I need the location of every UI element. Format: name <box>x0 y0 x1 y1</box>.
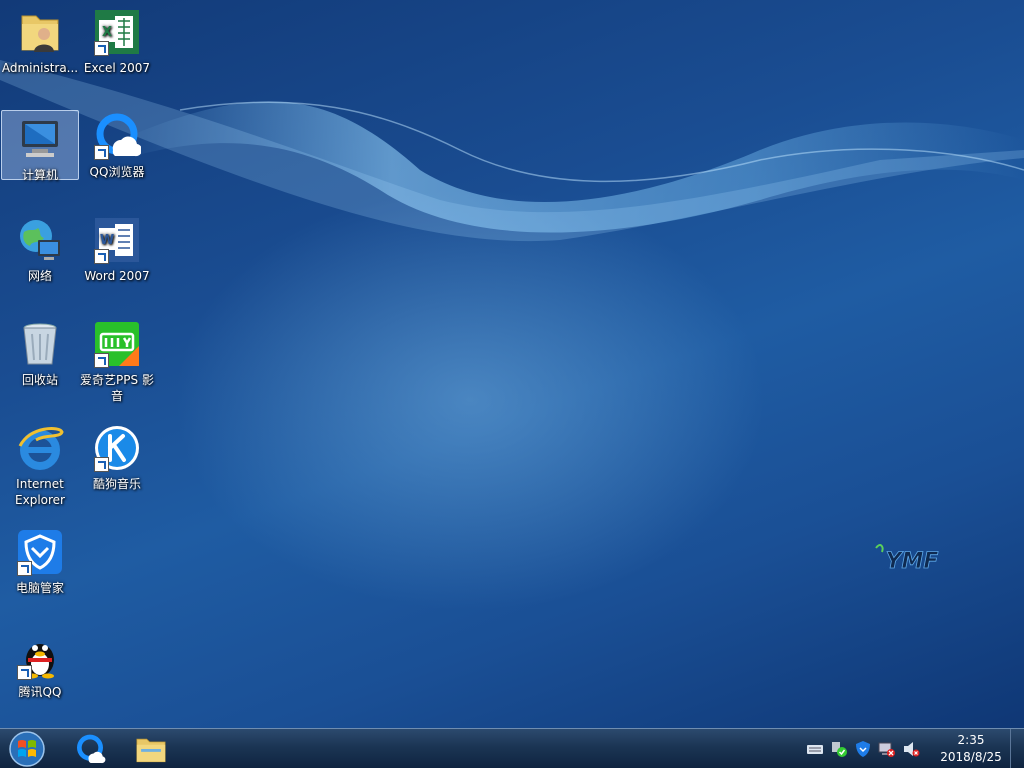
icon-label: 网络 <box>27 269 52 283</box>
network-x-icon[interactable] <box>878 740 896 758</box>
excel-icon: X <box>93 8 141 58</box>
taskbar-app-file-explorer[interactable] <box>125 731 177 767</box>
network-globe-icon <box>16 216 64 266</box>
shortcut-arrow-icon <box>94 457 109 472</box>
desktop-icon-administrator[interactable]: Administra... <box>1 4 79 76</box>
clock-time: 2:35 <box>957 733 985 747</box>
pc-manager-shield-icon <box>16 528 64 578</box>
desktop[interactable]: Administra... 计算机 网络 回收站 Internet Explor… <box>0 0 1024 728</box>
desktop-icon-internet-explorer[interactable]: Internet Explorer <box>1 420 79 508</box>
shortcut-arrow-icon <box>17 561 32 576</box>
desktop-icon-tencent-qq[interactable]: 腾讯QQ <box>1 628 79 700</box>
shield-icon[interactable] <box>854 740 872 758</box>
icon-label: 酷狗音乐 <box>92 477 141 491</box>
start-button[interactable] <box>6 730 48 768</box>
icon-label: Excel 2007 <box>83 61 151 75</box>
show-desktop-button[interactable] <box>1010 729 1024 768</box>
icon-label-line1: Internet <box>16 477 64 491</box>
desktop-icon-pc-manager[interactable]: 电脑管家 <box>1 524 79 596</box>
user-folder-icon <box>16 8 64 58</box>
security-check-icon[interactable] <box>830 740 848 758</box>
recycle-bin-icon <box>16 320 64 370</box>
icon-label: Administra... <box>1 61 79 75</box>
shortcut-arrow-icon <box>17 665 32 680</box>
icon-label: QQ浏览器 <box>89 165 145 179</box>
shortcut-arrow-icon <box>94 353 109 368</box>
taskbar-clock[interactable]: 2:35 2018/8/25 <box>932 732 1010 766</box>
kugou-music-icon <box>93 424 141 474</box>
taskbar-app-qq-browser[interactable] <box>64 731 116 767</box>
icon-label-line2: Explorer <box>15 493 65 507</box>
shortcut-arrow-icon <box>94 41 109 56</box>
shortcut-arrow-icon <box>94 145 109 160</box>
internet-explorer-icon <box>16 424 64 474</box>
desktop-icon-word[interactable]: W Word 2007 <box>78 212 156 284</box>
volume-muted-icon[interactable] <box>902 740 920 758</box>
svg-text:X: X <box>102 25 112 40</box>
shortcut-arrow-icon <box>94 249 109 264</box>
keyboard-icon[interactable] <box>806 740 824 758</box>
desktop-icon-computer[interactable]: 计算机 <box>1 110 79 182</box>
desktop-icon-excel[interactable]: X Excel 2007 <box>78 4 156 76</box>
desktop-icon-kugou[interactable]: 酷狗音乐 <box>78 420 156 492</box>
ymf-logo-watermark: YMF <box>862 536 962 586</box>
icon-label-line2: 音 <box>110 389 123 403</box>
system-tray <box>806 739 920 759</box>
iqiyi-icon <box>93 320 141 370</box>
desktop-icon-network[interactable]: 网络 <box>1 212 79 284</box>
word-icon: W <box>93 216 141 266</box>
taskbar: 2:35 2018/8/25 <box>0 728 1024 768</box>
folder-icon <box>136 738 166 763</box>
computer-icon <box>16 115 64 165</box>
desktop-icon-qq-browser[interactable]: QQ浏览器 <box>78 108 156 180</box>
clock-date: 2018/8/25 <box>940 750 1002 764</box>
svg-text:YMF: YMF <box>886 549 939 574</box>
icon-label: 腾讯QQ <box>18 685 62 699</box>
icon-label: 计算机 <box>21 168 58 182</box>
icon-label: 电脑管家 <box>15 581 64 595</box>
icon-label: Word 2007 <box>84 269 150 283</box>
icon-label-line1: 爱奇艺PPS 影 <box>80 373 154 387</box>
qq-penguin-icon <box>16 632 64 682</box>
svg-text:W: W <box>100 233 114 248</box>
desktop-icon-iqiyi[interactable]: 爱奇艺PPS 影 音 <box>78 316 156 404</box>
desktop-icon-recycle-bin[interactable]: 回收站 <box>1 316 79 388</box>
qq-browser-icon <box>93 112 141 162</box>
qq-browser-icon <box>77 734 106 764</box>
icon-label: 回收站 <box>21 373 58 387</box>
